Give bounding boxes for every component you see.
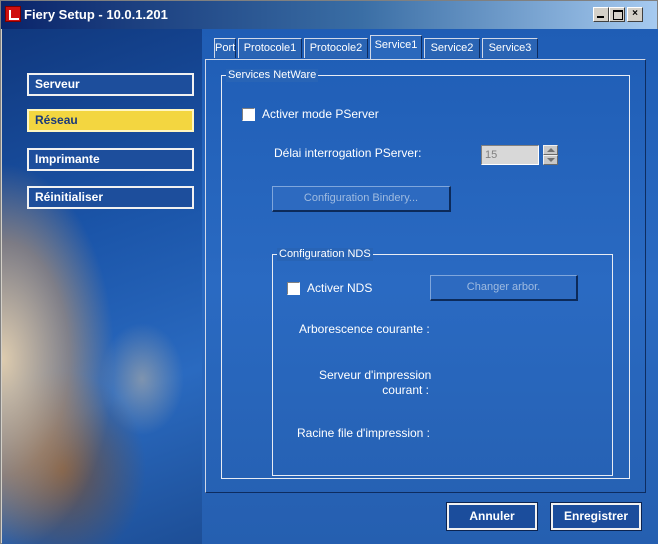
tab-protocole2[interactable]: Protocole2 xyxy=(304,38,368,58)
poll-delay-input[interactable]: 15 xyxy=(481,145,539,165)
current-tree-label: Arborescence courante : xyxy=(299,322,430,336)
netware-group-title: Services NetWare xyxy=(226,69,319,82)
poll-delay-label: Délai interrogation PServer: xyxy=(274,146,422,160)
minimize-icon[interactable] xyxy=(593,7,609,22)
tab-protocole1[interactable]: Protocole1 xyxy=(238,38,302,58)
bindery-config-button[interactable]: Configuration Bindery... xyxy=(272,186,451,212)
pserver-checkbox-label: Activer mode PServer xyxy=(262,107,379,121)
tab-port[interactable]: Port xyxy=(214,38,236,58)
nds-group-title: Configuration NDS xyxy=(277,248,373,261)
fiery-setup-window: Fiery Setup - 10.0.1.201 × Serveur Résea… xyxy=(0,0,658,544)
nav-serveur-button[interactable]: Serveur xyxy=(27,73,194,96)
window-title: Fiery Setup - 10.0.1.201 xyxy=(24,7,168,22)
background-artwork xyxy=(2,29,202,544)
print-server-label-line1: Serveur d'impression xyxy=(319,368,432,382)
nds-config-group: Configuration NDS Activer NDS Changer ar… xyxy=(272,248,613,476)
tab-service3[interactable]: Service3 xyxy=(482,38,538,58)
nav-reseau-button[interactable]: Réseau xyxy=(27,109,194,132)
nav-imprimante-button[interactable]: Imprimante xyxy=(27,148,194,171)
nds-enable-checkbox[interactable] xyxy=(287,282,300,295)
fiery-app-icon xyxy=(5,6,21,22)
print-server-label-line2: courant : xyxy=(382,383,429,397)
save-button[interactable]: Enregistrer xyxy=(550,502,642,531)
nav-reinitialiser-button[interactable]: Réinitialiser xyxy=(27,186,194,209)
poll-delay-stepper[interactable] xyxy=(543,145,558,165)
cancel-button[interactable]: Annuler xyxy=(446,502,538,531)
tab-panel: Services NetWare Activer mode PServer Dé… xyxy=(205,59,646,493)
client-area: Serveur Réseau Imprimante Réinitialiser … xyxy=(2,29,658,544)
nds-enable-label: Activer NDS xyxy=(307,281,373,295)
close-icon[interactable]: × xyxy=(627,7,643,22)
stepper-down-icon[interactable] xyxy=(543,155,558,165)
netware-services-group: Services NetWare Activer mode PServer Dé… xyxy=(221,69,630,479)
change-tree-button[interactable]: Changer arbor. xyxy=(430,275,578,301)
stepper-up-icon[interactable] xyxy=(543,145,558,155)
title-bar[interactable]: Fiery Setup - 10.0.1.201 × xyxy=(1,1,657,29)
tab-service2[interactable]: Service2 xyxy=(424,38,480,58)
tab-service1[interactable]: Service1 xyxy=(370,35,422,59)
pserver-checkbox[interactable] xyxy=(242,108,255,121)
maximize-icon[interactable] xyxy=(609,7,625,22)
print-queue-root-label: Racine file d'impression : xyxy=(297,426,431,440)
